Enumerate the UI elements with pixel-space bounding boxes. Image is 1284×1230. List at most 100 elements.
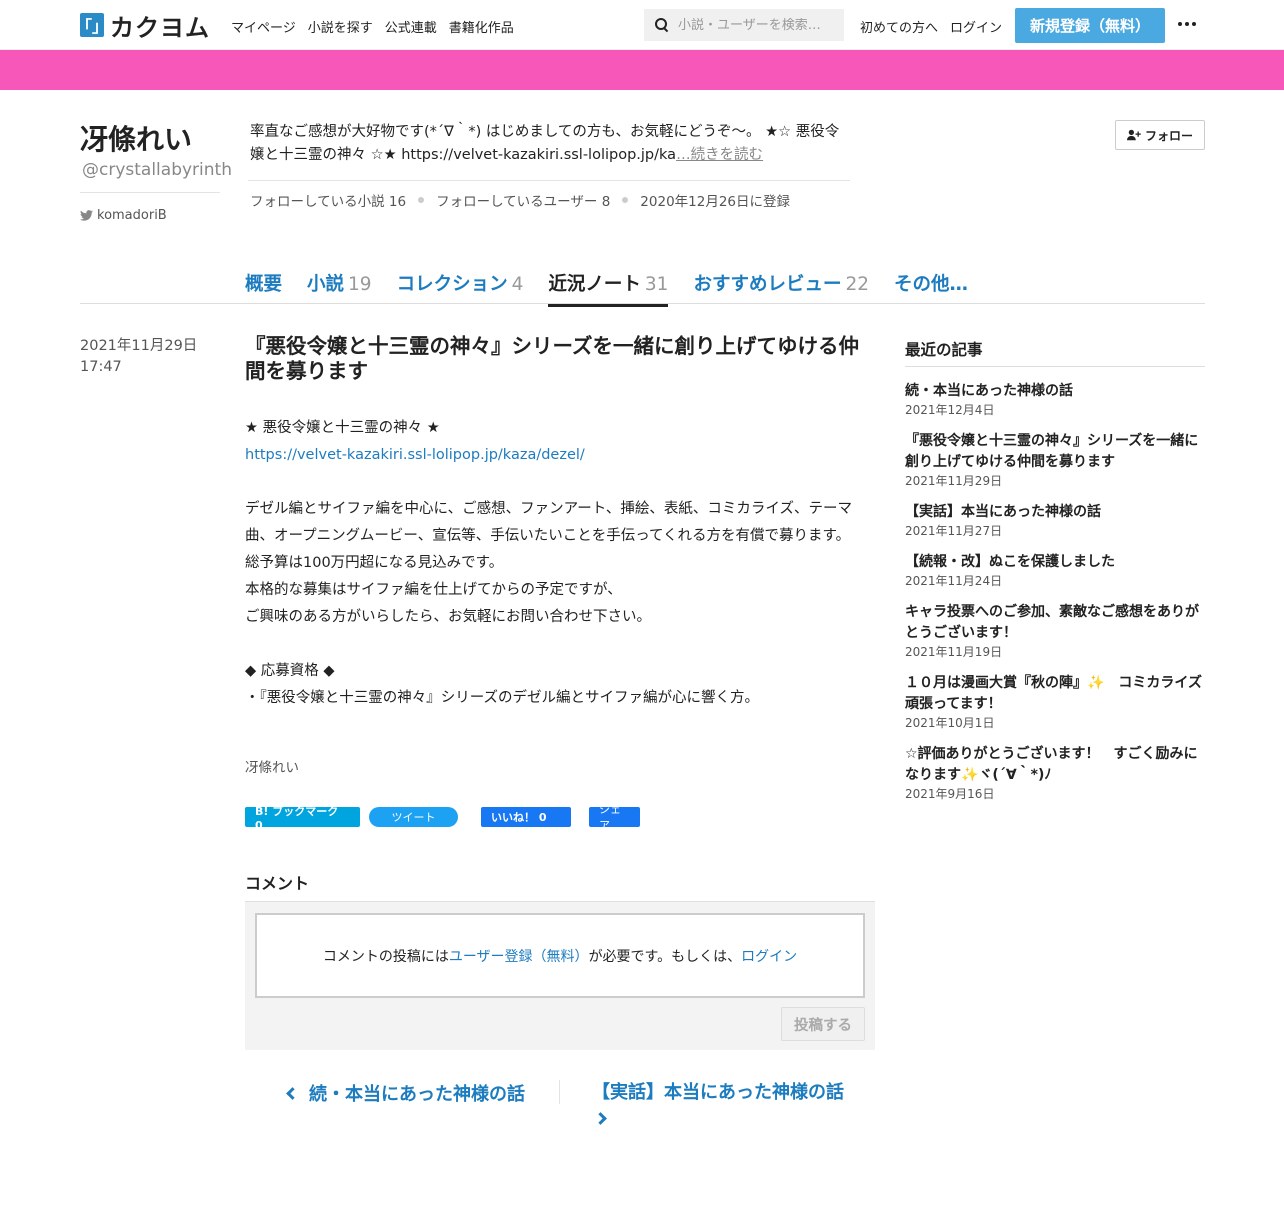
search-input[interactable] (678, 17, 838, 33)
twitter-handle: komadoriB (97, 208, 167, 223)
login-link[interactable]: ログイン (741, 946, 797, 966)
nav-find-novels[interactable]: 小説を探す (308, 17, 373, 36)
user-plus-icon (1126, 129, 1141, 141)
recent-title: 【実話】本当にあった神様の話 (905, 504, 1101, 520)
tab-news-notes[interactable]: 近況ノート 31 (548, 270, 669, 307)
read-more-link[interactable]: …続きを読む (676, 147, 763, 163)
body-line: ・『悪役令嬢と十三霊の神々』シリーズのデゼル編とサイファ編が心に響く方。 (245, 690, 760, 706)
list-item[interactable]: 『悪役令嬢と十三霊の神々』シリーズを一緒に創り上げてゆける仲間を募ります 2021… (905, 431, 1205, 489)
register-button[interactable]: 新規登録（無料） (1015, 8, 1165, 43)
logo-text: カクヨム (110, 13, 210, 42)
tab-label: おすすめレビュー (693, 274, 842, 295)
prev-post-link[interactable]: 続・本当にあった神様の話 (286, 1080, 525, 1106)
facebook-share-button[interactable]: シェア (589, 803, 640, 832)
body-line: 本格的な募集はサイファ編を仕上げてからの予定ですが、 (245, 582, 622, 598)
chevron-left-icon (286, 1086, 299, 1100)
recent-date: 2021年11月19日 (905, 645, 1003, 659)
tweet-button[interactable]: ツイート (369, 807, 458, 827)
article-body: ★ 悪役令嬢と十三霊の神々 ★ https://velvet-kazakiri.… (245, 415, 855, 712)
sidebar-title: 最近の記事 (905, 338, 1205, 367)
first-time-link[interactable]: 初めての方へ (860, 17, 938, 36)
site-header: 「」 カクヨム マイページ 小説を探す 公式連載 書籍化作品 初めての方へ ログ… (0, 0, 1284, 50)
recent-title: ☆評価ありがとうございます！ すごく励みになります✨ヾ(´∀｀*)ﾉ (905, 746, 1198, 783)
recent-title: 【続報・改】ぬこを保護しました (905, 554, 1115, 570)
recent-posts-sidebar: 最近の記事 続・本当にあった神様の話 2021年12月4日 『悪役令嬢と十三霊の神… (905, 338, 1205, 815)
nav-published-works[interactable]: 書籍化作品 (449, 17, 514, 36)
tab-count: 22 (845, 274, 869, 295)
post-date-time: 17:47 (80, 359, 122, 375)
user-handle: @crystallabyrinth (82, 160, 232, 180)
next-post-title: 【実話】本当にあった神様の話 (592, 1082, 844, 1103)
body-link[interactable]: https://velvet-kazakiri.ssl-lolipop.jp/k… (245, 447, 585, 463)
kakuyomu-logo[interactable]: 「」 カクヨム (76, 12, 210, 42)
tab-overview[interactable]: 概要 (245, 270, 282, 307)
list-item[interactable]: 【続報・改】ぬこを保護しました 2021年11月24日 (905, 552, 1205, 589)
login-link[interactable]: ログイン (950, 17, 1002, 36)
divider (80, 192, 220, 193)
user-intro: 率直なご感想が大好物です(*´∇｀*) はじめましての方も、お気軽にどうぞ～。 … (250, 121, 850, 167)
separator-dot (418, 197, 425, 203)
notice-text: コメントの投稿には (322, 948, 449, 965)
facebook-like-button[interactable]: いいね！ 0 (481, 807, 571, 827)
list-item[interactable]: キャラ投票へのご参加、素敵なご感想をありがとうございます！ 2021年11月19日 (905, 602, 1205, 660)
tab-count: 4 (511, 274, 524, 295)
twitter-icon (80, 210, 93, 221)
post-comment-button[interactable]: 投稿する (781, 1007, 865, 1041)
post-date-day: 2021年11月29日 (80, 338, 198, 354)
more-menu-icon[interactable] (1178, 22, 1196, 26)
recent-date: 2021年12月4日 (905, 403, 995, 417)
recent-title: 『悪役令嬢と十三霊の神々』シリーズを一緒に創り上げてゆける仲間を募ります (905, 433, 1199, 470)
following-novels-link[interactable]: フォローしている小説 16 (250, 190, 406, 210)
tab-novels[interactable]: 小説 19 (307, 270, 372, 307)
tab-collections[interactable]: コレクション 4 (397, 270, 524, 307)
body-line: 総予算は100万円超になる見込みです。 (245, 555, 504, 571)
divider (248, 180, 850, 181)
logo-mark: 「」 (76, 13, 108, 37)
profile-tabs: 概要 小説 19 コレクション 4 近況ノート 31 おすすめレビュー 22 その他… (245, 270, 993, 307)
recent-title: １０月は漫画大賞『秋の陣』✨ コミカライズ頑張ってます！ (905, 675, 1203, 712)
hatena-bookmark-button[interactable]: B! ブックマーク 0 (245, 805, 360, 832)
follow-button[interactable]: フォロー (1115, 120, 1205, 150)
recent-date: 2021年11月29日 (905, 474, 1003, 488)
following-users-link[interactable]: フォローしているユーザー 8 (436, 190, 610, 210)
body-line: ご興味のある方がいらしたら、お気軽にお問い合わせ下さい。 (245, 609, 651, 625)
register-link[interactable]: ユーザー登録（無料） (449, 946, 589, 966)
comments-heading: コメント (245, 874, 310, 893)
author-signature[interactable]: 冴條れい (245, 756, 299, 776)
divider (80, 303, 1205, 304)
tab-recommended-reviews[interactable]: おすすめレビュー 22 (693, 270, 869, 307)
list-item[interactable]: 【実話】本当にあった神様の話 2021年11月27日 (905, 502, 1205, 539)
recent-date: 2021年10月1日 (905, 716, 995, 730)
tab-count: 31 (644, 274, 669, 295)
body-line: デゼル編とサイファ編を中心に、ご感想、ファンアート、挿絵、表紙、コミカライズ、テ… (245, 501, 852, 544)
search-icon[interactable] (654, 17, 670, 33)
next-post-link[interactable]: 【実話】本当にあった神様の話 (592, 1080, 862, 1130)
article-title: 『悪役令嬢と十三霊の神々』シリーズを一緒に創り上げてゆける仲間を募ります (245, 334, 859, 383)
recent-date: 2021年11月24日 (905, 574, 1003, 588)
search-box (644, 9, 844, 41)
tab-label: 小説 (307, 274, 345, 295)
nav-mypage[interactable]: マイページ (231, 17, 296, 36)
prev-post-title: 続・本当にあった神様の話 (309, 1084, 525, 1105)
tab-more[interactable]: その他… (894, 270, 968, 307)
list-item[interactable]: ☆評価ありがとうございます！ すごく励みになります✨ヾ(´∀｀*)ﾉ 2021年9… (905, 744, 1205, 802)
twitter-link[interactable]: komadoriB (80, 208, 167, 223)
user-name[interactable]: 冴條れい (80, 118, 192, 158)
comment-login-notice: コメントの投稿には ユーザー登録（無料） が必要です。もしくは、 ログイン (255, 913, 865, 998)
tab-label: コレクション (396, 274, 508, 295)
body-line: ★ 悪役令嬢と十三霊の神々 ★ (245, 420, 440, 436)
follow-label: フォロー (1144, 128, 1193, 143)
divider (559, 1080, 560, 1104)
recent-date: 2021年9月16日 (905, 787, 995, 801)
header-links: 初めての方へ ログイン (860, 17, 1002, 36)
separator-dot (622, 197, 629, 203)
list-item[interactable]: １０月は漫画大賞『秋の陣』✨ コミカライズ頑張ってます！ 2021年10月1日 (905, 673, 1205, 731)
chevron-right-icon (594, 1112, 607, 1125)
tab-label: 概要 (245, 274, 283, 295)
list-item[interactable]: 続・本当にあった神様の話 2021年12月4日 (905, 381, 1205, 418)
user-stats: フォローしている小説 16 フォローしているユーザー 8 2020年12月26日… (250, 190, 790, 210)
post-date: 2021年11月29日 17:47 (80, 336, 197, 378)
nav-official-series[interactable]: 公式連載 (385, 17, 437, 36)
